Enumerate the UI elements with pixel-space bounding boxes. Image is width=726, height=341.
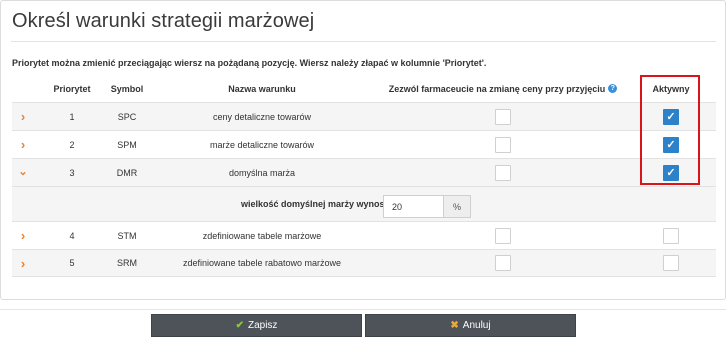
chevron-right-icon: › [20, 109, 26, 124]
footer-divider [0, 309, 726, 310]
cancel-button[interactable]: ✖ Anuluj [365, 314, 576, 337]
collapse-row-button[interactable]: ⌄ [12, 159, 34, 186]
active-checkbox[interactable]: ✓ [663, 136, 679, 153]
save-button[interactable]: ✔ Zapisz [151, 314, 362, 337]
strategy-panel: Określ warunki strategii marżowej Priory… [0, 0, 726, 300]
table-row: › 5 SRM zdefiniowane tabele rabatowo mar… [12, 249, 716, 277]
conditions-table: Priorytet Symbol Nazwa warunku Zezwól fa… [12, 75, 716, 277]
row-priority[interactable]: 3 [58, 159, 86, 186]
active-checkbox[interactable]: ✓ [663, 108, 679, 125]
chevron-right-icon: › [20, 228, 26, 243]
row-symbol: SPC [117, 111, 137, 122]
header-symbol: Symbol [110, 83, 144, 94]
title-divider [11, 41, 716, 42]
percent-addon: % [444, 195, 471, 218]
allow-cell [388, 250, 618, 276]
expand-row-button[interactable]: › [12, 250, 34, 276]
row-priority[interactable]: 2 [58, 131, 86, 158]
header-priority: Priorytet [53, 83, 91, 94]
row-name: domyślna marża [228, 167, 296, 178]
table-header: Priorytet Symbol Nazwa warunku Zezwól fa… [12, 75, 716, 102]
active-checkbox[interactable]: ✓ [663, 164, 679, 181]
table-row: › 1 SPC ceny detaliczne towarów ✓ [12, 102, 716, 130]
allow-price-change-checkbox[interactable] [495, 255, 511, 271]
row-name: ceny detaliczne towarów [212, 111, 312, 122]
allow-cell [388, 103, 618, 130]
active-checkbox[interactable] [663, 227, 679, 244]
row-name: marże detaliczne towarów [209, 139, 315, 150]
expand-row-button[interactable]: › [12, 103, 34, 130]
active-cell [640, 222, 702, 249]
row-name: zdefiniowane tabele rabatowo marżowe [182, 258, 342, 268]
active-cell: ✓ [640, 131, 702, 158]
row-symbol: DMR [116, 167, 138, 178]
chevron-down-icon: ⌄ [18, 166, 28, 178]
default-margin-input[interactable] [383, 195, 444, 218]
allow-price-change-checkbox[interactable] [495, 108, 511, 125]
header-active: Aktywny [652, 83, 690, 94]
allow-cell [388, 222, 618, 249]
table-row: ⌄ 3 DMR domyślna marża ✓ [12, 158, 716, 186]
row-priority[interactable]: 1 [58, 103, 86, 130]
default-margin-label: wielkość domyślnej marży wynosi [241, 199, 388, 209]
table-row: › 4 STM zdefiniowane tabele marżowe [12, 221, 716, 249]
row-symbol: SPM [117, 139, 137, 150]
page-title: Określ warunki strategii marżowej [12, 10, 315, 32]
row-priority[interactable]: 5 [58, 250, 86, 276]
save-button-label: Zapisz [247, 320, 278, 331]
active-cell [640, 250, 702, 276]
row-symbol: SRM [117, 258, 137, 268]
header-allow: Zezwól farmaceucie na zmianę ceny przy p… [388, 75, 618, 102]
row-name: zdefiniowane tabele marżowe [202, 230, 322, 241]
row-priority[interactable]: 4 [58, 222, 86, 249]
priority-note: Priorytet można zmienić przeciągając wie… [12, 58, 487, 68]
expand-row-button[interactable]: › [12, 131, 34, 158]
times-icon: ✖ [450, 320, 459, 331]
allow-cell [388, 159, 618, 186]
row-symbol: STM [117, 230, 137, 241]
default-margin-subrow: wielkość domyślnej marży wynosi % [12, 186, 716, 221]
active-cell: ✓ [640, 159, 702, 186]
active-checkbox[interactable] [663, 255, 679, 271]
allow-price-change-checkbox[interactable] [495, 227, 511, 244]
chevron-right-icon: › [20, 255, 26, 271]
check-icon: ✔ [235, 320, 244, 331]
header-name: Nazwa warunku [228, 83, 296, 94]
expand-row-button[interactable]: › [12, 222, 34, 249]
cancel-button-label: Anuluj [462, 320, 491, 331]
allow-price-change-checkbox[interactable] [495, 136, 511, 153]
active-cell: ✓ [640, 103, 702, 130]
chevron-right-icon: › [20, 137, 26, 152]
allow-price-change-checkbox[interactable] [495, 164, 511, 181]
table-row: › 2 SPM marże detaliczne towarów ✓ [12, 130, 716, 158]
header-allow-label: Zezwól farmaceucie na zmianę ceny przy p… [388, 83, 606, 94]
allow-cell [388, 131, 618, 158]
question-circle-icon[interactable]: ? [608, 84, 618, 93]
